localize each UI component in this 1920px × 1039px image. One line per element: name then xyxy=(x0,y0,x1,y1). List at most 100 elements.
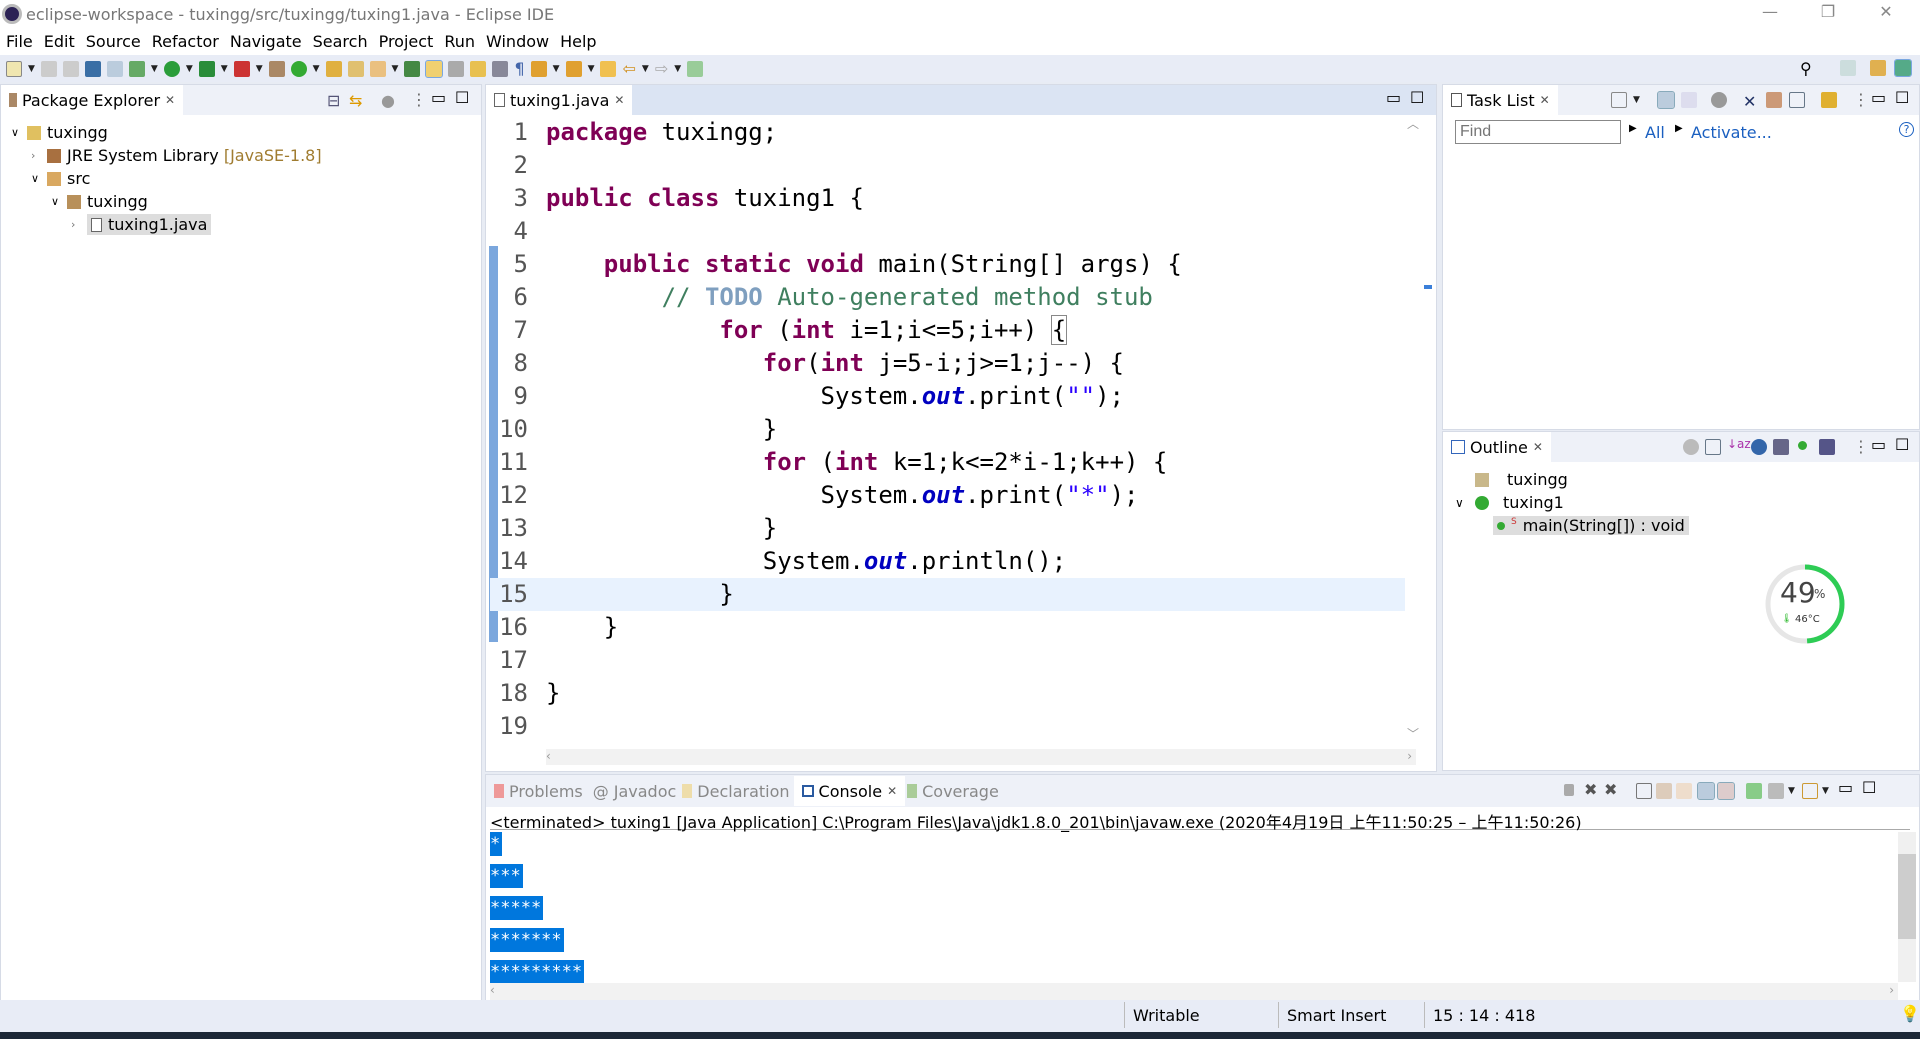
forward-icon[interactable]: ⇨ xyxy=(655,59,668,78)
tree-item-file[interactable]: › tuxing1.java xyxy=(1,213,481,236)
code-line[interactable]: 12 System.out.print("*"); xyxy=(490,479,1405,512)
code-line[interactable]: 4 xyxy=(490,215,1405,248)
save-icon[interactable] xyxy=(40,60,57,77)
toggle-mark-occurrences-icon[interactable] xyxy=(404,60,421,77)
previous-annotation-icon[interactable] xyxy=(565,60,582,77)
last-edit-icon[interactable] xyxy=(600,60,617,77)
view-menu-icon[interactable]: ⋮ xyxy=(1853,437,1869,456)
hide-local-types-icon[interactable] xyxy=(1819,439,1835,455)
collapse-icon[interactable] xyxy=(1789,92,1805,108)
menu-project[interactable]: Project xyxy=(379,32,434,51)
code-line[interactable]: 16 } xyxy=(490,611,1405,644)
menu-run[interactable]: Run xyxy=(444,32,475,51)
sort-icon[interactable]: ↓az xyxy=(1727,437,1751,451)
lightbulb-icon[interactable]: 💡 xyxy=(1900,1004,1920,1023)
menu-search[interactable]: Search xyxy=(313,32,368,51)
view-menu-icon[interactable]: ⋮ xyxy=(1853,90,1869,109)
code-line[interactable]: 1 package tuxingg; xyxy=(490,116,1405,149)
tree-item-jre[interactable]: › JRE System Library [JavaSE-1.8] xyxy=(1,144,481,167)
scroll-down-icon[interactable]: ﹀ xyxy=(1407,725,1419,742)
code-line[interactable]: 7 for (int i=1;i<=5;i++) { xyxy=(490,314,1405,347)
open-console-icon[interactable] xyxy=(1802,783,1818,799)
remove-all-terminated-icon[interactable]: ✖ xyxy=(1604,780,1617,799)
menu-source[interactable]: Source xyxy=(86,32,141,51)
outline-item-class[interactable]: ∨ tuxing1 xyxy=(1443,491,1919,514)
tab-declaration[interactable]: Declaration xyxy=(678,776,793,806)
java-perspective-icon[interactable] xyxy=(1894,59,1912,77)
close-icon[interactable]: ✕ xyxy=(887,784,897,798)
focus-icon[interactable]: ✕ xyxy=(1743,92,1759,111)
code-line[interactable]: 2 xyxy=(490,149,1405,182)
code-line[interactable]: 19 xyxy=(490,710,1405,743)
pilcrow-icon[interactable]: ¶ xyxy=(514,59,524,78)
code-line[interactable]: 5 public static void main(String[] args)… xyxy=(490,248,1405,281)
filters-icon[interactable]: ● xyxy=(381,91,395,110)
activate-link[interactable]: Activate... xyxy=(1691,123,1772,142)
new-icon[interactable] xyxy=(6,60,22,77)
tab-task-list[interactable]: Task List ✕ xyxy=(1443,85,1558,115)
minimize-icon[interactable]: ▭ xyxy=(1871,88,1886,107)
scroll-lock-icon[interactable] xyxy=(1656,783,1672,799)
status-insert-mode[interactable]: Smart Insert xyxy=(1287,1006,1386,1025)
maximize-icon[interactable]: ☐ xyxy=(1862,778,1876,797)
tree-item-package[interactable]: ∨ tuxingg xyxy=(1,190,481,213)
minimize-button[interactable]: — xyxy=(1750,2,1790,21)
maximize-icon[interactable]: ☐ xyxy=(455,88,469,107)
word-wrap-icon[interactable] xyxy=(1676,783,1692,799)
tab-javadoc[interactable]: @ Javadoc xyxy=(591,776,679,806)
synchronize-icon[interactable] xyxy=(1821,92,1837,108)
terminate-icon[interactable] xyxy=(1564,784,1574,796)
all-link[interactable]: All xyxy=(1645,123,1665,142)
maximize-icon[interactable]: ☐ xyxy=(1410,88,1424,107)
new-task-icon[interactable] xyxy=(1611,92,1627,108)
outline-item-package[interactable]: tuxingg xyxy=(1443,468,1919,491)
open-perspective-icon[interactable] xyxy=(1840,60,1856,76)
code-line[interactable]: 6 // TODO Auto-generated method stub xyxy=(490,281,1405,314)
show-on-stderr-icon[interactable] xyxy=(1717,782,1735,800)
minimize-icon[interactable]: ▭ xyxy=(1871,435,1886,454)
tab-tuxing1-java[interactable]: tuxing1.java ✕ xyxy=(486,85,633,115)
code-line[interactable]: 14 System.out.println(); xyxy=(490,545,1405,578)
code-line[interactable]: 10 } xyxy=(490,413,1405,446)
console-horizontal-scrollbar[interactable]: ‹ › xyxy=(490,983,1898,1000)
highlight-icon[interactable] xyxy=(425,59,444,78)
menu-edit[interactable]: Edit xyxy=(44,32,75,51)
skip-breakpoints-icon[interactable] xyxy=(106,60,123,77)
link-editor-icon[interactable]: ⇆ xyxy=(349,91,362,110)
save-all-icon[interactable] xyxy=(62,60,79,77)
search-toolbar-icon[interactable]: ⚲ xyxy=(1800,59,1812,78)
restore-button[interactable]: ❐ xyxy=(1808,2,1848,21)
pin-editor-icon[interactable] xyxy=(687,60,704,77)
view-menu-icon[interactable]: ⋮ xyxy=(411,90,427,109)
minimize-icon[interactable]: ▭ xyxy=(1838,778,1853,797)
tab-coverage[interactable]: Coverage xyxy=(905,776,1001,806)
code-line[interactable]: 3 public class tuxing1 { xyxy=(490,182,1405,215)
hide-completed-icon[interactable] xyxy=(1711,92,1727,108)
run-icon[interactable] xyxy=(163,60,180,77)
maximize-icon[interactable]: ☐ xyxy=(1895,435,1909,454)
tab-console[interactable]: Console ✕ xyxy=(793,776,906,806)
menu-file[interactable]: File xyxy=(6,32,33,51)
code-line[interactable]: 18} xyxy=(490,677,1405,710)
menu-refactor[interactable]: Refactor xyxy=(152,32,219,51)
show-whitespace-icon[interactable] xyxy=(492,60,509,77)
close-icon[interactable]: ✕ xyxy=(165,93,175,107)
scroll-up-icon[interactable]: ︿ xyxy=(1407,115,1419,132)
maximize-icon[interactable]: ☐ xyxy=(1895,88,1909,107)
hide-non-public-icon[interactable] xyxy=(1773,439,1789,455)
minimize-icon[interactable]: ▭ xyxy=(431,88,446,107)
categorized-icon[interactable] xyxy=(1657,91,1675,109)
display-console-icon[interactable] xyxy=(1768,783,1784,799)
close-button[interactable]: ✕ xyxy=(1866,2,1906,21)
tab-problems[interactable]: Problems xyxy=(486,776,591,806)
close-icon[interactable]: ✕ xyxy=(1533,440,1543,454)
collapse-all-icon[interactable]: ⊟ xyxy=(327,91,340,110)
hide-static-icon[interactable] xyxy=(1751,439,1767,455)
new-class-icon[interactable] xyxy=(290,60,307,77)
hide-fields-icon[interactable] xyxy=(1683,439,1699,455)
code-line[interactable]: 9 System.out.print(""); xyxy=(490,380,1405,413)
open-type-icon[interactable] xyxy=(325,60,342,77)
menu-help[interactable]: Help xyxy=(560,32,596,51)
console-vertical-scrollbar[interactable] xyxy=(1898,832,1916,982)
tab-outline[interactable]: Outline ✕ xyxy=(1443,432,1551,462)
